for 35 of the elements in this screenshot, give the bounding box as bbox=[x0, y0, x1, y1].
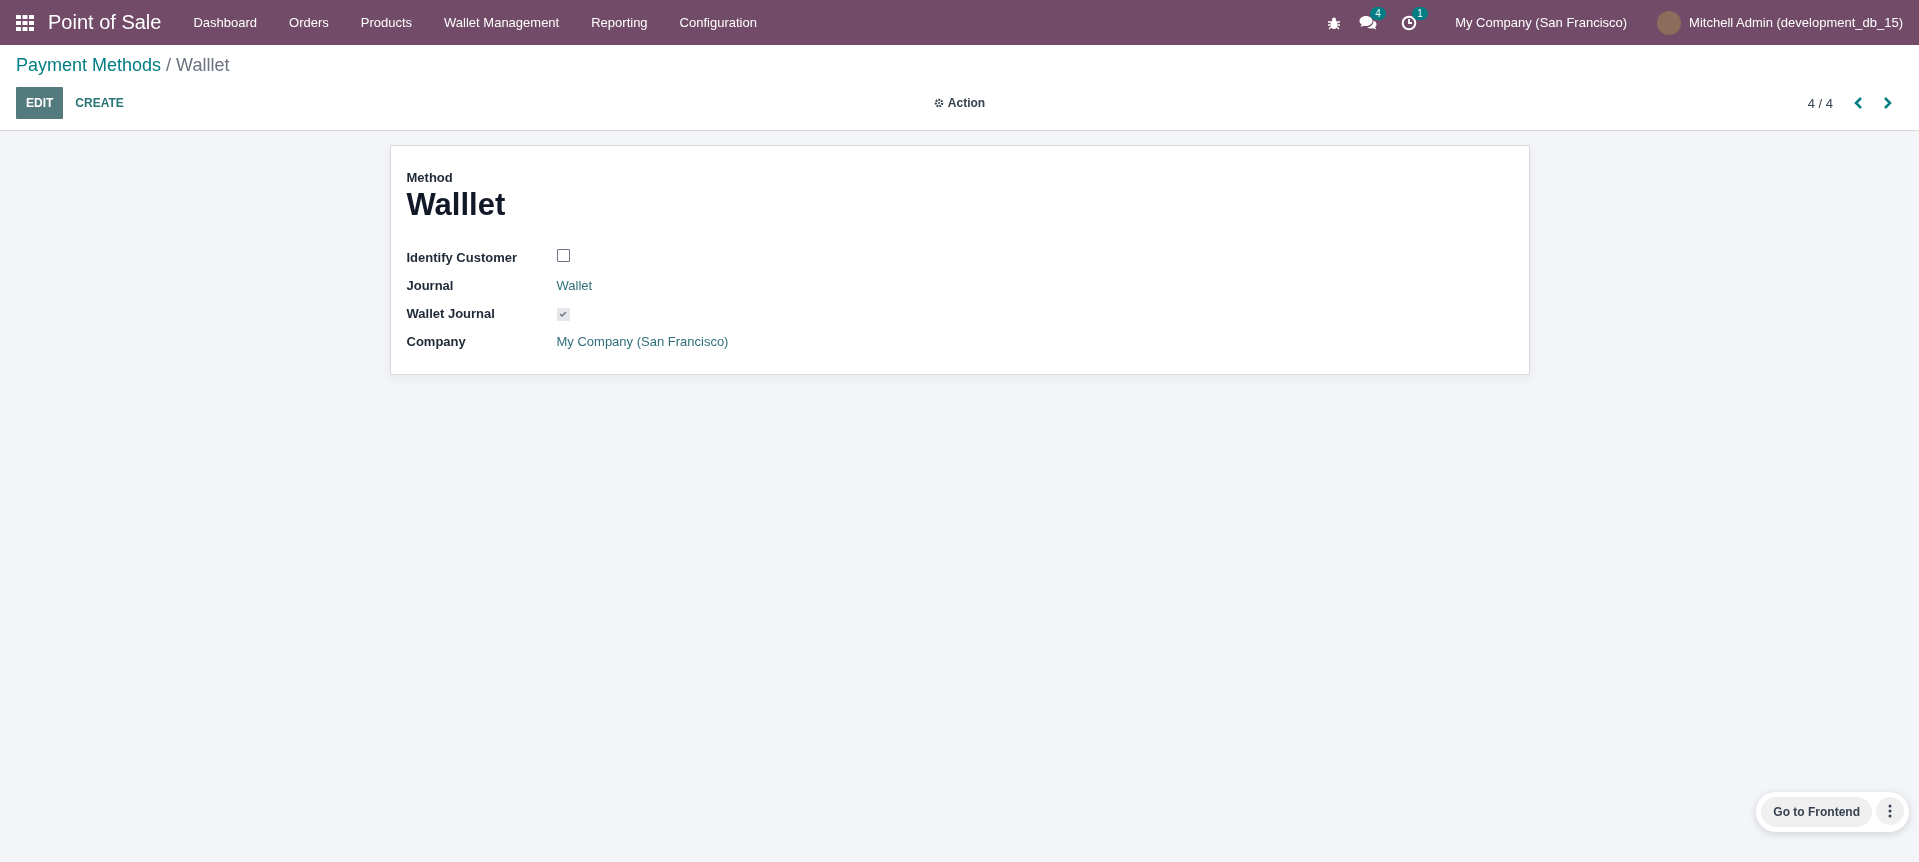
edit-button[interactable]: EDIT bbox=[16, 87, 64, 119]
pager-counter: 4 / 4 bbox=[1807, 95, 1833, 111]
clock-icon[interactable] bbox=[1401, 14, 1418, 31]
menu-item[interactable]: Products bbox=[344, 15, 429, 30]
previous-icon[interactable] bbox=[1853, 96, 1863, 110]
activity-count-badge: 1 bbox=[1412, 6, 1428, 20]
menu-item[interactable]: Reporting bbox=[575, 15, 664, 30]
field-link[interactable]: Wallet bbox=[556, 278, 593, 293]
breadcrumb-separator: / bbox=[166, 55, 172, 76]
field-label: Method bbox=[406, 170, 454, 185]
create-button[interactable]: CREATE bbox=[65, 87, 134, 119]
field-label: Journal bbox=[406, 278, 455, 293]
app-name[interactable]: Point of Sale bbox=[48, 11, 162, 34]
next-icon[interactable] bbox=[1883, 96, 1893, 110]
app-grid-icon[interactable] bbox=[16, 14, 34, 31]
field-label: Company bbox=[406, 334, 467, 349]
message-count-badge: 4 bbox=[1370, 6, 1386, 20]
field-link[interactable]: My Company (San Francisco) bbox=[556, 334, 729, 349]
menu-item[interactable]: Orders bbox=[273, 15, 345, 30]
go-to-frontend-button[interactable]: Go to Frontend bbox=[1761, 797, 1872, 827]
checkbox[interactable] bbox=[556, 249, 570, 262]
record-title: Walllet bbox=[406, 187, 507, 223]
user-menu[interactable]: Mitchell Admin (development_db_15) bbox=[1689, 15, 1903, 30]
bug-icon[interactable] bbox=[1327, 15, 1342, 30]
field-label: Identify Customer bbox=[406, 249, 518, 265]
field-label: Wallet Journal bbox=[406, 306, 496, 321]
kebab-menu-icon bbox=[1888, 804, 1892, 818]
menu-item[interactable]: Dashboard bbox=[177, 15, 274, 30]
menu-item[interactable]: Wallet Management bbox=[428, 15, 576, 30]
action-menu[interactable]: Action bbox=[947, 96, 986, 110]
breadcrumb-link[interactable]: Payment Methods bbox=[16, 55, 162, 76]
menu-item[interactable]: Configuration bbox=[663, 15, 773, 30]
gear-icon[interactable] bbox=[933, 98, 944, 108]
company-switcher[interactable]: My Company (San Francisco) bbox=[1455, 15, 1628, 30]
breadcrumb-current: Walllet bbox=[176, 55, 230, 76]
